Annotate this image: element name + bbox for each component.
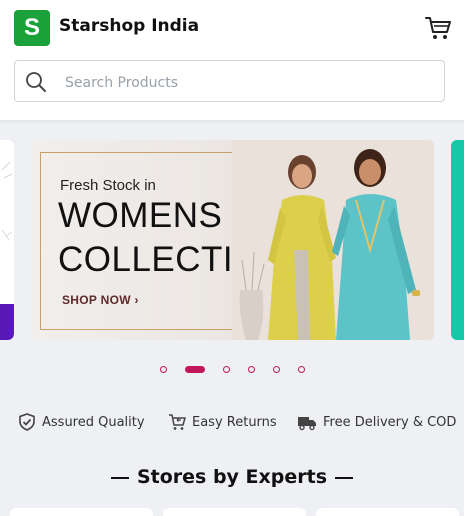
app-title: Starshop India [59,16,200,36]
heading-dash [110,476,129,479]
stores-title: Stores by Experts [136,466,328,488]
banner-kicker: Fresh Stock in [60,177,156,194]
banner-models-image [232,140,434,340]
cart-return-icon [169,414,186,430]
carousel-dot[interactable] [298,366,305,373]
carousel-dot[interactable] [248,366,255,373]
feature-free-delivery: Free Delivery & COD [297,410,456,434]
carousel-dot[interactable] [223,366,230,373]
cart-icon[interactable] [424,15,452,41]
app-logo[interactable]: S [14,10,50,46]
search-input[interactable] [63,70,427,96]
store-card[interactable] [10,508,153,516]
banner-headline-1: WOMENS [58,196,223,235]
shop-now-link[interactable]: SHOP NOW › [62,293,139,307]
search-icon[interactable] [25,71,47,93]
stores-section-heading: Stores by Experts [0,466,464,488]
carousel-dot[interactable] [273,366,280,373]
promo-banner[interactable]: Fresh Stock in WOMENS COLLECTION SHOP NO… [32,140,434,340]
carousel-indicators [0,364,464,376]
decor-sketch-icon [1,161,13,241]
feature-assured-quality: Assured Quality [18,410,145,434]
store-card[interactable] [316,508,459,516]
carousel-dot-active[interactable] [185,366,205,373]
next-banner-peek[interactable] [451,140,464,340]
shield-check-icon [19,413,35,431]
feature-label: Assured Quality [42,414,145,430]
feature-label: Free Delivery & COD [323,414,457,430]
heading-dash [335,476,354,479]
app-header: S Starshop India [0,0,464,120]
feature-easy-returns: Easy Returns [168,410,277,434]
banner-carousel[interactable]: Fresh Stock in WOMENS COLLECTION SHOP NO… [0,140,464,342]
previous-banner-stripe [0,304,14,340]
feature-strip: Assured Quality Easy Returns Free Delive… [0,410,464,434]
truck-icon [298,417,316,431]
store-card[interactable] [163,508,306,516]
search-bar[interactable] [14,60,445,102]
feature-label: Easy Returns [192,414,277,430]
previous-banner-peek[interactable] [0,140,14,340]
carousel-dot[interactable] [160,366,167,373]
